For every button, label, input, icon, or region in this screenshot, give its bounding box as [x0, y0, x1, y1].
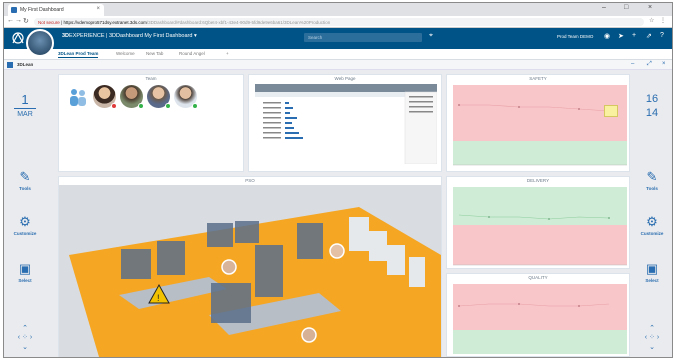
user-avatar[interactable]	[26, 29, 54, 57]
minimize-icon[interactable]: –	[602, 4, 606, 11]
select-icon: ▣	[18, 261, 32, 276]
date-day: 1	[21, 92, 29, 107]
team-label[interactable]: Prod Team DEMO	[557, 34, 593, 39]
tools-button[interactable]: ✎ Tools	[4, 169, 46, 192]
date-divider	[14, 108, 36, 109]
bookmark-star-icon[interactable]: ☆	[649, 17, 654, 24]
tab-welcome[interactable]: Welcome	[116, 51, 135, 56]
date-month: MAR	[17, 111, 33, 118]
close-window-icon[interactable]: ×	[648, 4, 652, 11]
tag-icon[interactable]: ⌖	[429, 32, 433, 40]
team-widget-title: Team	[145, 76, 157, 81]
app-square-icon	[7, 62, 13, 68]
compass-icon[interactable]	[10, 30, 26, 46]
webpage-widget: Web Page	[248, 74, 442, 172]
delivery-chart-widget: DELIVERY	[446, 176, 630, 269]
app-title: 3DEXPERIENCE | 3DDashboard My First Dash…	[62, 33, 197, 39]
right-nav-up-icon[interactable]: ⌃	[631, 325, 672, 332]
svg-text:!: !	[157, 293, 160, 303]
left-panel: 1 MAR ✎ Tools ⚙ Customize ▣ Select ⌃ ‹ ⁘…	[4, 72, 46, 357]
close-panel-icon[interactable]: ×	[662, 61, 666, 67]
security-warning: Not secure	[38, 19, 60, 25]
quality-chart-widget: QUALITY	[446, 273, 630, 357]
team-member-avatar[interactable]	[174, 85, 198, 109]
address-bar-row: ← → ↻ Not secure | https://vdemopro571ds…	[4, 16, 672, 28]
nav-down-icon[interactable]: ⌄	[4, 344, 46, 351]
url-field[interactable]: Not secure | https://vdemopro571dsy.extr…	[34, 18, 644, 26]
favicon-icon	[11, 7, 17, 13]
url-host: https://vdemopro571dsy.extranet.3ds.com	[63, 19, 147, 25]
group-icon[interactable]	[67, 86, 89, 108]
communities-icon[interactable]: ⇗	[646, 32, 652, 40]
right-nav-pad[interactable]: ‹ ⁘ ›	[631, 334, 672, 341]
browser-menu-icon[interactable]: ⋮	[660, 17, 666, 24]
delivery-chart-title: DELIVERY	[526, 178, 550, 183]
tab-round-angel[interactable]: Round Angel	[179, 51, 205, 56]
browser-window: My First Dashboard × – □ × ← → ↻ Not sec…	[3, 2, 673, 358]
maximize-icon[interactable]: □	[624, 4, 628, 11]
gear-icon: ⚙	[19, 214, 31, 229]
webpage-widget-title: Web Page	[334, 76, 356, 81]
sticky-note[interactable]	[604, 105, 618, 117]
factory-floor-3d[interactable]: !	[59, 185, 441, 357]
right-customize-button[interactable]: ⚙ Customize	[631, 214, 672, 237]
browser-tab-title: My First Dashboard	[20, 7, 64, 13]
quality-chart-title: QUALITY	[528, 275, 548, 280]
team-member-avatar[interactable]	[93, 85, 117, 109]
sub-header-label: 3DLean	[17, 62, 34, 67]
team-member-avatar[interactable]	[120, 85, 144, 109]
dashboard-tabs: 3DLean Prod Team Welcome New Tab Round A…	[4, 49, 672, 60]
web-page-preview[interactable]	[255, 84, 437, 164]
user-icon[interactable]: ◉	[604, 32, 610, 40]
nav-up-icon[interactable]: ⌃	[4, 325, 46, 332]
team-members	[67, 85, 198, 109]
close-tab-icon[interactable]: ×	[96, 6, 100, 12]
select-button[interactable]: ▣ Select	[4, 261, 46, 284]
browser-tabbar: My First Dashboard × – □ ×	[4, 3, 672, 16]
team-widget: Team	[58, 74, 244, 172]
reload-icon[interactable]: ↻	[23, 17, 29, 25]
counter-bottom: 14	[645, 107, 659, 119]
tab-new[interactable]: New Tab	[146, 51, 163, 56]
share-icon[interactable]: ➤	[618, 32, 624, 40]
counter-top: 16	[645, 93, 659, 105]
expand-icon[interactable]: ⤢	[647, 61, 652, 68]
team-member-avatar[interactable]	[147, 85, 171, 109]
pencil-icon: ✎	[646, 169, 658, 184]
app-header: 3DEXPERIENCE | 3DDashboard My First Dash…	[4, 28, 672, 57]
pencil-icon: ✎	[19, 169, 31, 184]
tab-lean-prod-team[interactable]: 3DLean Prod Team	[58, 51, 99, 58]
safety-chart-widget: SAFETY	[446, 74, 630, 172]
gear-icon: ⚙	[646, 214, 658, 229]
right-panel: 16 14 ✎ Tools ⚙ Customize ▣ Select ⌃ ‹ ⁘…	[631, 72, 672, 357]
right-select-button[interactable]: ▣ Select	[631, 261, 672, 284]
nav-pad[interactable]: ‹ ⁘ ›	[4, 334, 46, 341]
right-nav-down-icon[interactable]: ⌄	[631, 344, 672, 351]
floor-widget-title: PSO	[245, 178, 255, 183]
title-dropdown-icon[interactable]: ▾	[194, 33, 197, 39]
back-icon[interactable]: ←	[7, 17, 14, 24]
browser-tab[interactable]: My First Dashboard ×	[8, 4, 104, 16]
help-icon[interactable]: ?	[660, 32, 664, 39]
customize-button[interactable]: ⚙ Customize	[4, 214, 46, 237]
add-icon[interactable]: +	[632, 32, 636, 39]
floor-widget: PSO !	[58, 176, 442, 357]
delivery-chart[interactable]	[449, 185, 629, 267]
forward-icon[interactable]: →	[15, 17, 22, 24]
quality-chart[interactable]	[449, 282, 629, 356]
safety-chart-title: SAFETY	[529, 76, 547, 81]
search-input[interactable]: Search	[304, 33, 422, 42]
right-tools-button[interactable]: ✎ Tools	[631, 169, 672, 192]
minimize-panel-icon[interactable]: –	[631, 61, 634, 67]
url-path: /3DDashboard/#dashboard:6QbeI4-xbf1-43e4…	[146, 19, 331, 25]
select-icon: ▣	[645, 261, 659, 276]
add-tab-button[interactable]: +	[226, 51, 229, 56]
sub-header: 3DLean – ⤢ ×	[4, 60, 672, 70]
safety-chart[interactable]	[449, 83, 629, 169]
